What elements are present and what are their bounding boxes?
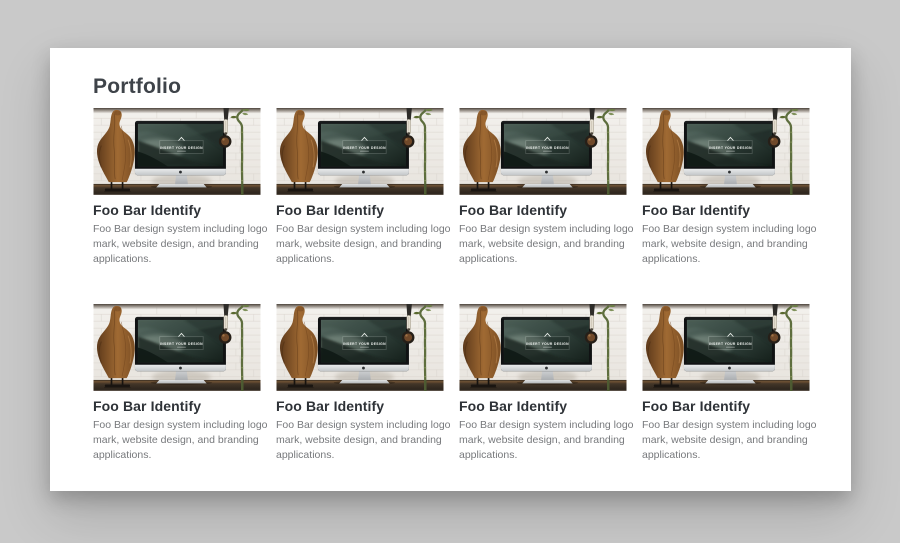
description-line: mark, website design, and branding <box>642 433 810 448</box>
portfolio-item-title: Foo Bar Identify <box>642 398 810 414</box>
portfolio-item-description: Foo Bar design system including logomark… <box>276 418 444 463</box>
portfolio-item-description: Foo Bar design system including logomark… <box>93 222 261 267</box>
portfolio-item: Foo Bar Identify Foo Bar design system i… <box>276 108 444 267</box>
imac-desk-mockup-image[interactable] <box>276 304 444 391</box>
portfolio-item-description: Foo Bar design system including logomark… <box>642 222 810 267</box>
description-line: applications. <box>642 252 810 267</box>
portfolio-item: Foo Bar Identify Foo Bar design system i… <box>642 304 810 463</box>
description-line: Foo Bar design system including logo <box>459 222 627 237</box>
description-line: Foo Bar design system including logo <box>642 222 810 237</box>
description-line: applications. <box>276 448 444 463</box>
description-line: applications. <box>93 252 261 267</box>
portfolio-item: Foo Bar Identify Foo Bar design system i… <box>459 108 627 267</box>
description-line: mark, website design, and branding <box>642 237 810 252</box>
description-line: mark, website design, and branding <box>93 433 261 448</box>
portfolio-item-title: Foo Bar Identify <box>459 202 627 218</box>
imac-desk-mockup-image[interactable] <box>93 304 261 391</box>
portfolio-item-title: Foo Bar Identify <box>276 202 444 218</box>
description-line: applications. <box>459 252 627 267</box>
imac-desk-mockup-image[interactable] <box>276 108 444 195</box>
portfolio-item-description: Foo Bar design system including logomark… <box>459 222 627 267</box>
portfolio-card: Portfolio Foo Bar Identify Foo Bar desig… <box>50 48 851 491</box>
page-title: Portfolio <box>93 74 811 100</box>
portfolio-item-description: Foo Bar design system including logomark… <box>276 222 444 267</box>
portfolio-item-description: Foo Bar design system including logomark… <box>459 418 627 463</box>
portfolio-item-title: Foo Bar Identify <box>276 398 444 414</box>
imac-desk-mockup-image[interactable] <box>459 304 627 391</box>
portfolio-item-description: Foo Bar design system including logomark… <box>642 418 810 463</box>
description-line: Foo Bar design system including logo <box>93 222 261 237</box>
portfolio-item: Foo Bar Identify Foo Bar design system i… <box>276 304 444 463</box>
description-line: applications. <box>459 448 627 463</box>
imac-desk-mockup-image[interactable] <box>642 304 810 391</box>
portfolio-item: Foo Bar Identify Foo Bar design system i… <box>93 108 261 267</box>
description-line: applications. <box>93 448 261 463</box>
description-line: mark, website design, and branding <box>276 433 444 448</box>
description-line: Foo Bar design system including logo <box>642 418 810 433</box>
portfolio-item-title: Foo Bar Identify <box>642 202 810 218</box>
description-line: mark, website design, and branding <box>459 237 627 252</box>
portfolio-item: Foo Bar Identify Foo Bar design system i… <box>459 304 627 463</box>
imac-desk-mockup-image[interactable] <box>93 108 261 195</box>
description-line: Foo Bar design system including logo <box>93 418 261 433</box>
portfolio-item: Foo Bar Identify Foo Bar design system i… <box>642 108 810 267</box>
portfolio-item-title: Foo Bar Identify <box>459 398 627 414</box>
portfolio-item-title: Foo Bar Identify <box>93 202 261 218</box>
description-line: mark, website design, and branding <box>276 237 444 252</box>
description-line: Foo Bar design system including logo <box>459 418 627 433</box>
description-line: applications. <box>276 252 444 267</box>
portfolio-item-description: Foo Bar design system including logomark… <box>93 418 261 463</box>
portfolio-grid: Foo Bar Identify Foo Bar design system i… <box>93 108 811 463</box>
imac-desk-mockup-image[interactable] <box>459 108 627 195</box>
description-line: Foo Bar design system including logo <box>276 222 444 237</box>
imac-desk-mockup-image[interactable] <box>642 108 810 195</box>
description-line: applications. <box>642 448 810 463</box>
description-line: mark, website design, and branding <box>459 433 627 448</box>
description-line: Foo Bar design system including logo <box>276 418 444 433</box>
description-line: mark, website design, and branding <box>93 237 261 252</box>
portfolio-item: Foo Bar Identify Foo Bar design system i… <box>93 304 261 463</box>
portfolio-item-title: Foo Bar Identify <box>93 398 261 414</box>
